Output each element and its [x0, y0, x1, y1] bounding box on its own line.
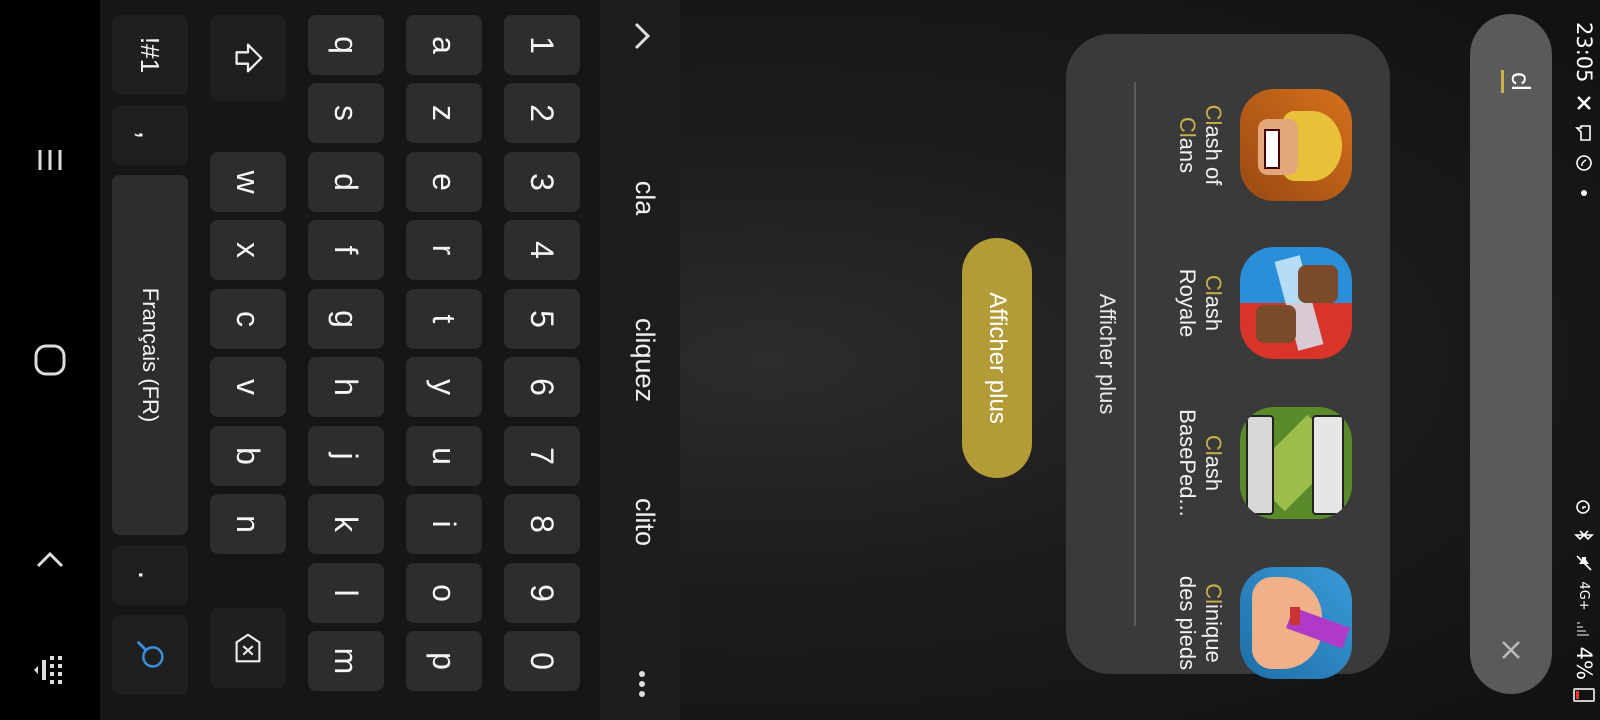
app-result-clinique-des-pieds[interactable]: Clinique des pieds: [1174, 558, 1352, 688]
status-right: 4G+ 4%: [1572, 497, 1596, 702]
key-h[interactable]: h: [308, 357, 384, 417]
network-type: 4G+: [1576, 581, 1592, 611]
suggestion-3[interactable]: clito: [629, 442, 660, 602]
key-g[interactable]: g: [308, 289, 384, 349]
search-bar[interactable]: cl: [1470, 14, 1552, 694]
search-icon: [136, 640, 164, 668]
key-p[interactable]: p: [406, 631, 482, 691]
app-name: Clash Royale: [1175, 268, 1226, 338]
space-key[interactable]: Français (FR): [112, 175, 188, 535]
key-5[interactable]: 5: [504, 289, 580, 349]
symbols-key[interactable]: !#1: [112, 15, 188, 95]
key-k[interactable]: k: [308, 494, 384, 554]
key-n[interactable]: n: [210, 494, 286, 554]
key-t[interactable]: t: [406, 289, 482, 349]
key-v[interactable]: v: [210, 357, 286, 417]
chat-bubble-icon: [1575, 124, 1591, 141]
keyboard: cla cliquez clito 1 2 3 4 5 6 7 8 9 0 a …: [0, 0, 680, 720]
dot-icon: [1581, 189, 1587, 196]
key-m[interactable]: m: [308, 631, 384, 691]
app-name: Clash of Clans: [1175, 104, 1226, 186]
recent-apps-icon[interactable]: [30, 140, 70, 180]
more-options-icon[interactable]: [622, 664, 662, 704]
suggestion-2[interactable]: cliquez: [629, 280, 660, 440]
app-result-clash-baseped[interactable]: Clash BasePed...: [1174, 398, 1352, 528]
clock: 23:05: [1572, 22, 1596, 83]
battery-percent: 4%: [1572, 646, 1596, 680]
search-input[interactable]: cl: [1505, 72, 1536, 91]
shift-key[interactable]: [210, 15, 286, 101]
app-results-card: Clash of Clans Clash Royale Clash BasePe…: [1066, 34, 1390, 679]
results-show-more-link[interactable]: Afficher plus: [1094, 34, 1120, 674]
alarm-icon: [1576, 500, 1590, 515]
key-7[interactable]: 7: [504, 426, 580, 486]
key-a[interactable]: a: [406, 15, 482, 75]
key-s[interactable]: s: [308, 83, 384, 143]
suggestion-strip: cla cliquez clito: [600, 0, 680, 720]
clash-of-clans-app-icon: [1240, 89, 1352, 201]
key-l[interactable]: l: [308, 563, 384, 623]
bluetooth-icon: [1574, 530, 1594, 541]
key-3[interactable]: 3: [504, 152, 580, 212]
key-x[interactable]: x: [210, 220, 286, 280]
shift-icon: [235, 43, 263, 73]
results-divider: [1134, 82, 1136, 626]
mute-icon: [1576, 555, 1592, 571]
keyboard-hide-icon[interactable]: [30, 650, 70, 690]
key-o[interactable]: o: [406, 563, 482, 623]
key-2[interactable]: 2: [504, 83, 580, 143]
key-z[interactable]: z: [406, 83, 482, 143]
key-9[interactable]: 9: [504, 563, 580, 623]
app-result-clash-royale[interactable]: Clash Royale: [1174, 238, 1352, 368]
suggestion-1[interactable]: cla: [629, 118, 660, 278]
status-bar: 23:05 4G+ 4%: [1566, 0, 1600, 720]
battery-icon: [1573, 688, 1595, 702]
key-0[interactable]: 0: [504, 631, 580, 691]
key-1[interactable]: 1: [504, 15, 580, 75]
period-key[interactable]: .: [112, 545, 188, 605]
key-j[interactable]: j: [308, 426, 384, 486]
key-y[interactable]: y: [406, 357, 482, 417]
app-name: Clinique des pieds: [1175, 575, 1226, 671]
signal-icon: [1577, 621, 1589, 636]
key-8[interactable]: 8: [504, 494, 580, 554]
clear-search-icon[interactable]: [1495, 634, 1527, 666]
app-result-clash-of-clans[interactable]: Clash of Clans: [1174, 80, 1352, 210]
key-w[interactable]: w: [210, 152, 286, 212]
key-f[interactable]: f: [308, 220, 384, 280]
navigation-bar: [0, 0, 100, 720]
clash-baseped-app-icon: [1240, 407, 1352, 519]
clash-royale-app-icon: [1240, 247, 1352, 359]
backspace-key[interactable]: [210, 608, 286, 688]
key-b[interactable]: b: [210, 426, 286, 486]
chevron-up-icon[interactable]: [622, 16, 662, 56]
search-key[interactable]: [112, 615, 188, 695]
key-q[interactable]: q: [308, 15, 384, 75]
key-e[interactable]: e: [406, 152, 482, 212]
key-4[interactable]: 4: [504, 220, 580, 280]
home-icon[interactable]: [30, 340, 70, 380]
key-6[interactable]: 6: [504, 357, 580, 417]
key-d[interactable]: d: [308, 152, 384, 212]
comma-key[interactable]: ,: [112, 105, 188, 165]
x-notification-icon: [1577, 95, 1591, 110]
whatsapp-icon: [1576, 154, 1592, 171]
key-c[interactable]: c: [210, 289, 286, 349]
show-more-button[interactable]: Afficher plus: [962, 238, 1032, 478]
status-left: 23:05: [1572, 22, 1596, 203]
app-name: Clash BasePed...: [1175, 409, 1226, 517]
phone-screen: 23:05 4G+ 4% cl Clash of Clans Clash Roy…: [0, 0, 1600, 720]
clinique-des-pieds-app-icon: [1240, 567, 1352, 679]
key-u[interactable]: u: [406, 426, 482, 486]
back-icon[interactable]: [30, 540, 70, 580]
backspace-icon: [235, 633, 261, 663]
key-i[interactable]: i: [406, 494, 482, 554]
key-r[interactable]: r: [406, 220, 482, 280]
